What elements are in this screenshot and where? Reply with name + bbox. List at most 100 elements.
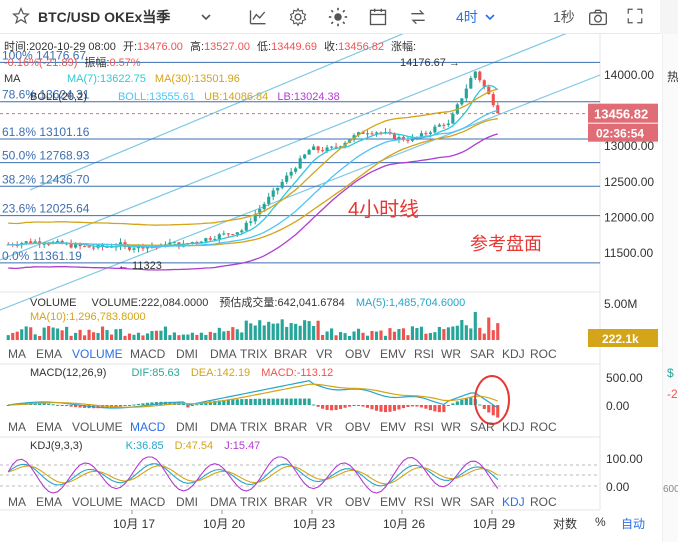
candle-body <box>29 241 33 244</box>
indicator-tab-kdj[interactable]: KDJ <box>502 495 525 509</box>
macd-histogram-bar <box>451 403 455 405</box>
indicator-tab-volume[interactable]: VOLUME <box>72 495 123 509</box>
indicator-tab-ema[interactable]: EMA <box>36 495 62 509</box>
indicator-tab-ma[interactable]: MA <box>8 347 26 361</box>
volume-bar <box>127 333 132 340</box>
indicator-tab-macd[interactable]: MACD <box>130 347 165 361</box>
volume-label[interactable]: VOLUME <box>30 297 76 309</box>
candle-body <box>168 242 172 245</box>
indicator-tab-macd[interactable]: MACD <box>130 495 165 509</box>
indicator-tab-obv[interactable]: OBV <box>345 347 370 361</box>
macd-histogram-bar <box>65 405 69 407</box>
ma-legend-label[interactable]: MA <box>4 73 20 85</box>
indicator-tab-trix[interactable]: TRIX <box>240 347 267 361</box>
amplitude-value: 0.57% <box>109 57 141 69</box>
indicator-tab-ema[interactable]: EMA <box>36 347 62 361</box>
macd-dea-line <box>8 383 499 408</box>
volume-bar <box>56 328 60 340</box>
macd-histogram-bar <box>303 398 307 405</box>
pair-title[interactable]: BTC/USD OKEx当季 <box>38 0 170 34</box>
volume-bar <box>208 331 212 340</box>
indicator-tab-kdj[interactable]: KDJ <box>502 420 525 434</box>
macd-histogram-bar <box>469 397 473 405</box>
indicator-tab-vr[interactable]: VR <box>316 347 333 361</box>
volume-bar <box>60 330 64 340</box>
price-tick-0: 14000.00 <box>604 68 654 82</box>
macd-histogram-bar <box>249 398 253 405</box>
indicator-tab-rsi[interactable]: RSI <box>414 420 434 434</box>
macd-histogram-bar <box>253 398 257 405</box>
indicator-tab-obv[interactable]: OBV <box>345 495 370 509</box>
indicator-tab-roc[interactable]: ROC <box>530 420 557 434</box>
candle-body <box>24 241 28 243</box>
indicator-tab-emv[interactable]: EMV <box>380 347 406 361</box>
log-scale-toggle[interactable]: 对数 <box>553 515 577 532</box>
indicator-tab-vr[interactable]: VR <box>316 420 333 434</box>
kdj-label[interactable]: KDJ(9,3,3) <box>30 440 83 452</box>
volume-bar <box>469 328 473 340</box>
indicator-tab-brar[interactable]: BRAR <box>274 347 307 361</box>
indicator-tab-roc[interactable]: ROC <box>530 495 557 509</box>
indicator-tab-brar[interactable]: BRAR <box>274 420 307 434</box>
time-value: 2020-10-29 08:00 <box>29 41 116 53</box>
percent-scale-toggle[interactable]: % <box>595 515 606 529</box>
indicator-tab-dma[interactable]: DMA <box>210 347 237 361</box>
volume-bar <box>446 327 450 340</box>
macd-histogram-bar <box>285 398 289 405</box>
candle-body <box>321 150 325 152</box>
candlestick-chart[interactable]: 100% 14176.6778.6% 13624.3161.8% 13101.1… <box>0 0 678 542</box>
indicator-tab-dmi[interactable]: DMI <box>176 347 198 361</box>
auto-scale-toggle[interactable]: 自动 <box>621 515 645 532</box>
indicator-tab-wr[interactable]: WR <box>441 347 461 361</box>
interval-selector[interactable]: 4时 <box>456 0 478 34</box>
indicator-tab-sar[interactable]: SAR <box>470 495 495 509</box>
indicator-tab-volume[interactable]: VOLUME <box>72 420 123 434</box>
candle-body <box>289 171 293 176</box>
indicator-tab-sar[interactable]: SAR <box>470 347 495 361</box>
indicator-tab-vr[interactable]: VR <box>316 495 333 509</box>
indicator-tab-ma[interactable]: MA <box>8 420 26 434</box>
macd-label[interactable]: MACD(12,26,9) <box>30 367 106 379</box>
volume-bar <box>285 326 289 340</box>
macd-histogram-bar <box>419 405 423 408</box>
indicator-tab-roc[interactable]: ROC <box>530 347 557 361</box>
indicator-tab-ma[interactable]: MA <box>8 495 26 509</box>
volume-bar <box>154 330 159 340</box>
volume-bar <box>473 312 477 340</box>
macd-histogram-bar <box>424 405 428 409</box>
indicator-tab-wr[interactable]: WR <box>441 420 461 434</box>
indicator-tab-dmi[interactable]: DMI <box>176 495 198 509</box>
indicator-tab-obv[interactable]: OBV <box>345 420 370 434</box>
indicator-tab-trix[interactable]: TRIX <box>240 495 267 509</box>
high-label: 高: <box>190 41 205 53</box>
boll-label[interactable]: BOLL(20,2) <box>30 91 87 103</box>
macd-histogram-bar <box>370 405 374 410</box>
candle-body <box>294 168 298 172</box>
indicator-tab-dmi[interactable]: DMI <box>176 420 198 434</box>
volume-bar <box>298 325 302 340</box>
indicator-tab-ema[interactable]: EMA <box>36 420 62 434</box>
indicator-tab-kdj[interactable]: KDJ <box>502 347 525 361</box>
indicator-tab-volume[interactable]: VOLUME <box>72 347 123 361</box>
macd-histogram-bar <box>482 405 486 409</box>
indicator-tab-macd[interactable]: MACD <box>130 420 165 434</box>
volume-bar <box>231 327 235 340</box>
side-text-3: -2 <box>667 387 678 401</box>
indicator-tab-dma[interactable]: DMA <box>210 495 237 509</box>
indicator-tab-rsi[interactable]: RSI <box>414 347 434 361</box>
indicator-tab-sar[interactable]: SAR <box>470 420 495 434</box>
indicator-tab-rsi[interactable]: RSI <box>414 495 434 509</box>
candle-body <box>397 137 401 140</box>
indicator-tab-dma[interactable]: DMA <box>210 420 237 434</box>
macd-histogram-bar <box>352 405 356 406</box>
indicator-tab-emv[interactable]: EMV <box>380 495 406 509</box>
chart-area[interactable]: 100% 14176.67 78.6% 13624.31 61.8% 13101.1… <box>0 0 678 542</box>
indicator-tab-wr[interactable]: WR <box>441 495 461 509</box>
indicator-tab-emv[interactable]: EMV <box>380 420 406 434</box>
indicator-tab-brar[interactable]: BRAR <box>274 495 307 509</box>
macd-histogram-bar <box>69 405 73 407</box>
macd-histogram-bar <box>289 398 293 405</box>
indicator-tab-trix[interactable]: TRIX <box>240 420 267 434</box>
volume-bar <box>96 333 100 340</box>
refresh-rate-selector[interactable]: 1秒 <box>553 0 575 34</box>
